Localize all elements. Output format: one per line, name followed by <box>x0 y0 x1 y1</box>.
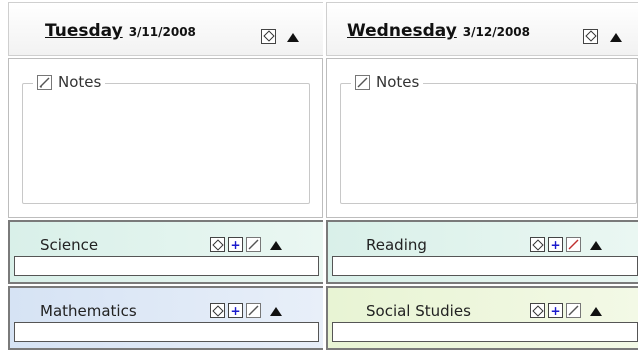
add-button[interactable]: + <box>548 303 563 318</box>
move-up-button[interactable] <box>270 301 282 320</box>
subject-input[interactable] <box>332 256 638 276</box>
notes-label: Notes <box>58 73 102 91</box>
plus-icon: + <box>550 237 561 252</box>
triangle-up-icon <box>590 241 602 250</box>
edit-pencil-icon[interactable] <box>246 303 261 318</box>
edit-pencil-icon[interactable] <box>355 74 370 90</box>
edit-pencil-icon[interactable] <box>246 237 261 252</box>
collapse-toggle-button[interactable] <box>583 28 598 44</box>
triangle-up-icon <box>270 307 282 316</box>
move-up-button[interactable] <box>590 301 602 320</box>
notes-area[interactable] <box>340 83 637 204</box>
add-button[interactable]: + <box>228 303 243 318</box>
plus-icon: + <box>230 237 241 252</box>
add-button[interactable]: + <box>548 237 563 252</box>
day-date: 3/12/2008 <box>462 25 531 39</box>
diamond-icon <box>531 238 544 251</box>
edit-pencil-icon[interactable] <box>566 237 581 252</box>
collapse-toggle-button[interactable] <box>530 237 545 252</box>
collapse-toggle-button[interactable] <box>261 28 276 44</box>
day-controls <box>583 25 598 44</box>
diamond-icon <box>584 30 597 42</box>
subject-input[interactable] <box>14 256 319 276</box>
subject-label: Mathematics <box>40 302 137 320</box>
triangle-up-icon <box>287 33 299 42</box>
day-name[interactable]: Tuesday <box>45 21 123 41</box>
subject-block-social-studies: Social Studies + <box>326 286 638 350</box>
subject-input[interactable] <box>332 322 638 342</box>
add-button[interactable]: + <box>228 237 243 252</box>
day-date: 3/11/2008 <box>128 25 196 39</box>
subject-label: Science <box>40 236 99 254</box>
subject-controls: + <box>210 301 282 320</box>
day-column-wednesday: Wednesday 3/12/2008 Notes Reading + Soci… <box>326 0 638 362</box>
triangle-up-icon <box>270 241 282 250</box>
notes-section: Notes <box>326 58 638 218</box>
day-header: Tuesday 3/11/2008 <box>8 2 323 56</box>
notes-section: Notes <box>8 58 323 218</box>
subject-controls: + <box>530 235 602 254</box>
collapse-toggle-button[interactable] <box>210 303 225 318</box>
notes-legend: Notes <box>351 73 424 91</box>
day-title[interactable]: Tuesday 3/11/2008 <box>45 21 196 41</box>
notes-area[interactable] <box>22 83 310 204</box>
notes-label: Notes <box>376 73 420 91</box>
move-up-button[interactable] <box>270 235 282 254</box>
subject-block-reading: Reading + <box>326 220 638 284</box>
diamond-icon <box>211 238 224 251</box>
subject-label: Reading <box>366 236 427 254</box>
day-column-tuesday: Tuesday 3/11/2008 Notes Science + Mathem… <box>8 0 323 362</box>
diamond-icon <box>211 304 224 317</box>
move-up-button[interactable] <box>610 27 622 46</box>
triangle-up-icon <box>590 307 602 316</box>
notes-legend: Notes <box>33 73 106 91</box>
day-controls <box>261 25 276 44</box>
subject-controls: + <box>530 301 602 320</box>
day-name[interactable]: Wednesday <box>347 21 457 41</box>
day-title[interactable]: Wednesday 3/12/2008 <box>347 21 530 41</box>
collapse-toggle-button[interactable] <box>210 237 225 252</box>
subject-controls: + <box>210 235 282 254</box>
move-up-button[interactable] <box>590 235 602 254</box>
subject-input[interactable] <box>14 322 319 342</box>
plus-icon: + <box>230 303 241 318</box>
diamond-icon <box>531 304 544 317</box>
collapse-toggle-button[interactable] <box>530 303 545 318</box>
subject-block-mathematics: Mathematics + <box>8 286 323 350</box>
weekly-planner: Tuesday 3/11/2008 Notes Science + Mathem… <box>0 0 638 362</box>
day-header: Wednesday 3/12/2008 <box>326 2 638 56</box>
edit-pencil-icon[interactable] <box>566 303 581 318</box>
move-up-button[interactable] <box>287 27 299 46</box>
subject-label: Social Studies <box>366 302 471 320</box>
triangle-up-icon <box>610 33 622 42</box>
edit-pencil-icon[interactable] <box>37 74 52 90</box>
plus-icon: + <box>550 303 561 318</box>
subject-block-science: Science + <box>8 220 323 284</box>
diamond-icon <box>262 30 275 42</box>
